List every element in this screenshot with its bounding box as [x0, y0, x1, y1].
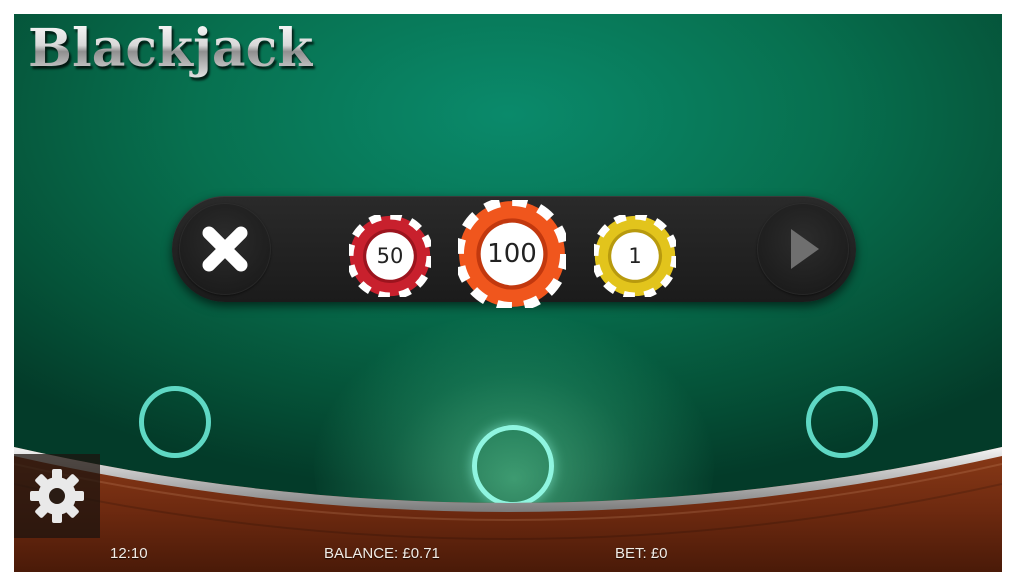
- settings-button[interactable]: [14, 454, 100, 538]
- close-icon: [202, 226, 248, 272]
- game-title: Blackjack: [28, 18, 314, 79]
- chip-selector-bar: 50 100 1: [172, 196, 856, 308]
- close-button[interactable]: [179, 203, 271, 295]
- play-button[interactable]: [757, 203, 849, 295]
- chip-100-label: 100: [487, 239, 537, 269]
- clock-text: 12:10: [110, 545, 148, 562]
- chip-1[interactable]: 1: [594, 215, 676, 297]
- chip-50-label: 50: [376, 244, 404, 268]
- bet-spot-left[interactable]: [139, 386, 211, 458]
- balance-text: BALANCE: £0.71: [324, 545, 440, 562]
- chip-1-label: 1: [628, 244, 642, 268]
- bet-spot-right[interactable]: [806, 386, 878, 458]
- chip-100[interactable]: 100: [458, 200, 566, 308]
- play-icon: [791, 229, 819, 269]
- bet-spot-center[interactable]: [472, 425, 554, 507]
- bet-text: BET: £0: [615, 545, 668, 562]
- gear-icon: [30, 469, 84, 523]
- chip-50[interactable]: 50: [349, 215, 431, 297]
- game-table: Blackjack 50 100 1 12:10 BALANCE: £0.71 …: [14, 14, 1002, 572]
